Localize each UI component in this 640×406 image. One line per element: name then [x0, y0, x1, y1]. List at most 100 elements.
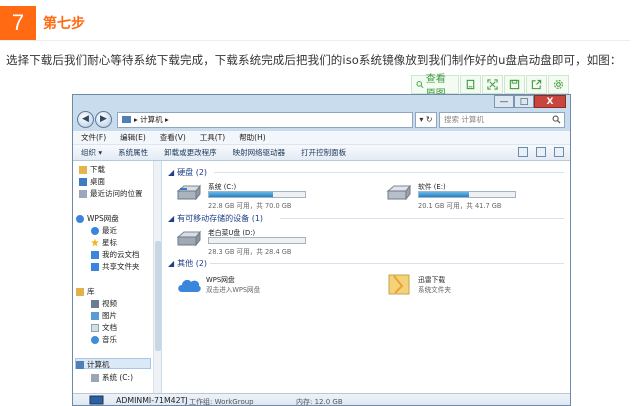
computer-icon — [122, 116, 131, 123]
nav-documents[interactable]: 文档 — [91, 322, 117, 333]
nav-pictures[interactable]: 图片 — [91, 310, 117, 321]
nav-label: 我的云文档 — [102, 250, 140, 259]
nav-desktop[interactable]: 桌面 — [79, 176, 105, 187]
drive-size: 28.3 GB 可用，共 28.4 GB — [208, 248, 292, 256]
group-removable[interactable]: ◢ 有可移动存储的设备 (1) — [168, 213, 263, 224]
drive-d[interactable]: 老白菜U盘 (D:) 28.3 GB 可用，共 28.4 GB — [176, 227, 316, 256]
address-bar[interactable]: ▸ 计算机 ▸ — [117, 112, 413, 128]
explorer-window: — □ X ◀ ▶ ▸ 计算机 ▸ ▾ ↻ 搜索 计算机 文件(F) 编辑(E)… — [72, 94, 571, 406]
close-button[interactable]: X — [534, 95, 566, 108]
nav-label: 桌面 — [90, 177, 105, 186]
document-icon — [91, 323, 99, 332]
wps-cloud-item[interactable]: WPS网盘 双击进入WPS网盘 — [176, 274, 306, 298]
memory: 内存: 12.0 GB — [296, 398, 343, 406]
save-icon — [509, 79, 520, 90]
preview-pane-button[interactable] — [536, 147, 546, 157]
uninstall-button[interactable]: 卸载或更改程序 — [164, 145, 217, 160]
expand-button[interactable] — [482, 75, 503, 94]
video-icon — [91, 299, 99, 308]
group-divider — [214, 172, 564, 173]
nav-label: 文档 — [102, 323, 117, 332]
maximize-button[interactable]: □ — [514, 95, 534, 108]
item-desc: 系统文件夹 — [418, 286, 451, 294]
settings-button[interactable] — [548, 75, 569, 94]
thunder-download-item[interactable]: 迅雷下载 系统文件夹 — [388, 274, 518, 298]
search-icon — [552, 115, 561, 124]
shared-folder-icon — [91, 262, 99, 271]
nav-drive-c[interactable]: 系统 (C:) — [91, 372, 133, 383]
image-toolbar: 查看原图 — [411, 74, 569, 100]
nav-scrollbar[interactable] — [153, 161, 161, 405]
drive-name: 软件 (E:) — [418, 183, 446, 191]
system-properties-button[interactable]: 系统属性 — [118, 145, 148, 160]
step-number: 7 — [0, 6, 36, 40]
nav-label: 库 — [87, 287, 95, 296]
nav-label: 共享文件夹 — [102, 262, 140, 271]
desktop-icon — [79, 177, 87, 186]
group-hard-disk[interactable]: ◢ 硬盘 (2) — [168, 167, 207, 178]
organize-button[interactable]: 组织 ▾ — [81, 145, 102, 160]
forward-button[interactable]: ▶ — [95, 111, 112, 128]
nav-label: WPS网盘 — [87, 214, 119, 223]
minimize-button[interactable]: — — [494, 95, 514, 108]
control-panel-button[interactable]: 打开控制面板 — [301, 145, 346, 160]
nav-label: 计算机 — [87, 360, 110, 369]
drive-size: 22.8 GB 可用，共 70.0 GB — [208, 202, 292, 210]
drive-usage-bar — [208, 191, 306, 198]
menu-help[interactable]: 帮助(H) — [239, 131, 266, 144]
menu-file[interactable]: 文件(F) — [81, 131, 106, 144]
search-input[interactable]: 搜索 计算机 — [439, 112, 565, 128]
nav-label: 图片 — [102, 311, 117, 320]
collapse-icon: ◢ — [168, 214, 175, 223]
nav-recent[interactable]: 最近访问的位置 — [79, 188, 143, 199]
nav-music[interactable]: 音乐 — [91, 334, 117, 345]
map-drive-button[interactable]: 映射网络驱动器 — [233, 145, 286, 160]
item-desc: 双击进入WPS网盘 — [206, 286, 261, 294]
back-button[interactable]: ◀ — [77, 111, 94, 128]
menu-view[interactable]: 查看(V) — [160, 131, 186, 144]
save-button[interactable] — [504, 75, 525, 94]
share-button[interactable] — [526, 75, 547, 94]
view-mode-button[interactable] — [518, 147, 528, 157]
view-original-button[interactable]: 查看原图 — [411, 74, 459, 100]
nav-label: 最近 — [102, 226, 117, 235]
usb-drive-icon — [176, 230, 202, 247]
nav-label: 下载 — [90, 165, 105, 174]
group-label: 其他 (2) — [177, 259, 208, 268]
help-button[interactable] — [554, 147, 564, 157]
share-icon — [531, 79, 542, 90]
drive-size: 20.1 GB 可用，共 41.7 GB — [418, 202, 502, 210]
step-paragraph: 选择下载后我们耐心等待系统下载完成，下载系统完成后把我们的iso系统镜像放到我们… — [6, 53, 622, 67]
command-bar: 组织 ▾ 系统属性 卸载或更改程序 映射网络驱动器 打开控制面板 — [73, 145, 570, 161]
scrollbar-thumb[interactable] — [155, 241, 161, 351]
menu-tools[interactable]: 工具(T) — [200, 131, 225, 144]
item-name: 迅雷下载 — [418, 276, 446, 284]
nav-download[interactable]: 下载 — [79, 164, 105, 175]
nav-wps-recent[interactable]: 最近 — [91, 225, 117, 236]
drive-name: 老白菜U盘 (D:) — [208, 229, 256, 237]
drive-c[interactable]: 系统 (C:) 22.8 GB 可用，共 70.0 GB — [176, 181, 316, 210]
folder-icon — [79, 165, 87, 174]
nav-label: 音乐 — [102, 335, 117, 344]
toolbar-button[interactable] — [460, 75, 481, 94]
nav-library[interactable]: 库 — [76, 286, 95, 297]
computer-name: ADMINMI-71M42TJ — [116, 396, 188, 405]
expand-icon — [487, 79, 498, 90]
drive-usage-fill — [209, 192, 274, 197]
status-bar: ADMINMI-71M42TJ 工作组: WorkGroup 内存: 12.0 … — [73, 393, 570, 406]
computer-icon — [89, 395, 104, 405]
group-other[interactable]: ◢ 其他 (2) — [168, 258, 207, 269]
nav-video[interactable]: 视频 — [91, 298, 117, 309]
nav-label: 星标 — [102, 238, 117, 247]
nav-wps-shared[interactable]: 共享文件夹 — [91, 261, 140, 272]
folder-icon — [388, 274, 410, 295]
menu-edit[interactable]: 编辑(E) — [120, 131, 146, 144]
address-row: ◀ ▶ ▸ 计算机 ▸ ▾ ↻ 搜索 计算机 — [73, 109, 570, 131]
nav-computer[interactable]: 计算机 — [76, 359, 110, 370]
nav-wps-cloud-docs[interactable]: 我的云文档 — [91, 249, 140, 260]
refresh-button[interactable]: ▾ ↻ — [415, 112, 437, 128]
content-pane: ◢ 硬盘 (2) 系统 (C:) 22.8 GB 可用，共 70.0 GB 软件 … — [162, 161, 570, 393]
nav-wps[interactable]: WPS网盘 — [76, 213, 119, 224]
drive-e[interactable]: 软件 (E:) 20.1 GB 可用，共 41.7 GB — [386, 181, 526, 210]
nav-wps-star[interactable]: 星标 — [91, 237, 117, 248]
